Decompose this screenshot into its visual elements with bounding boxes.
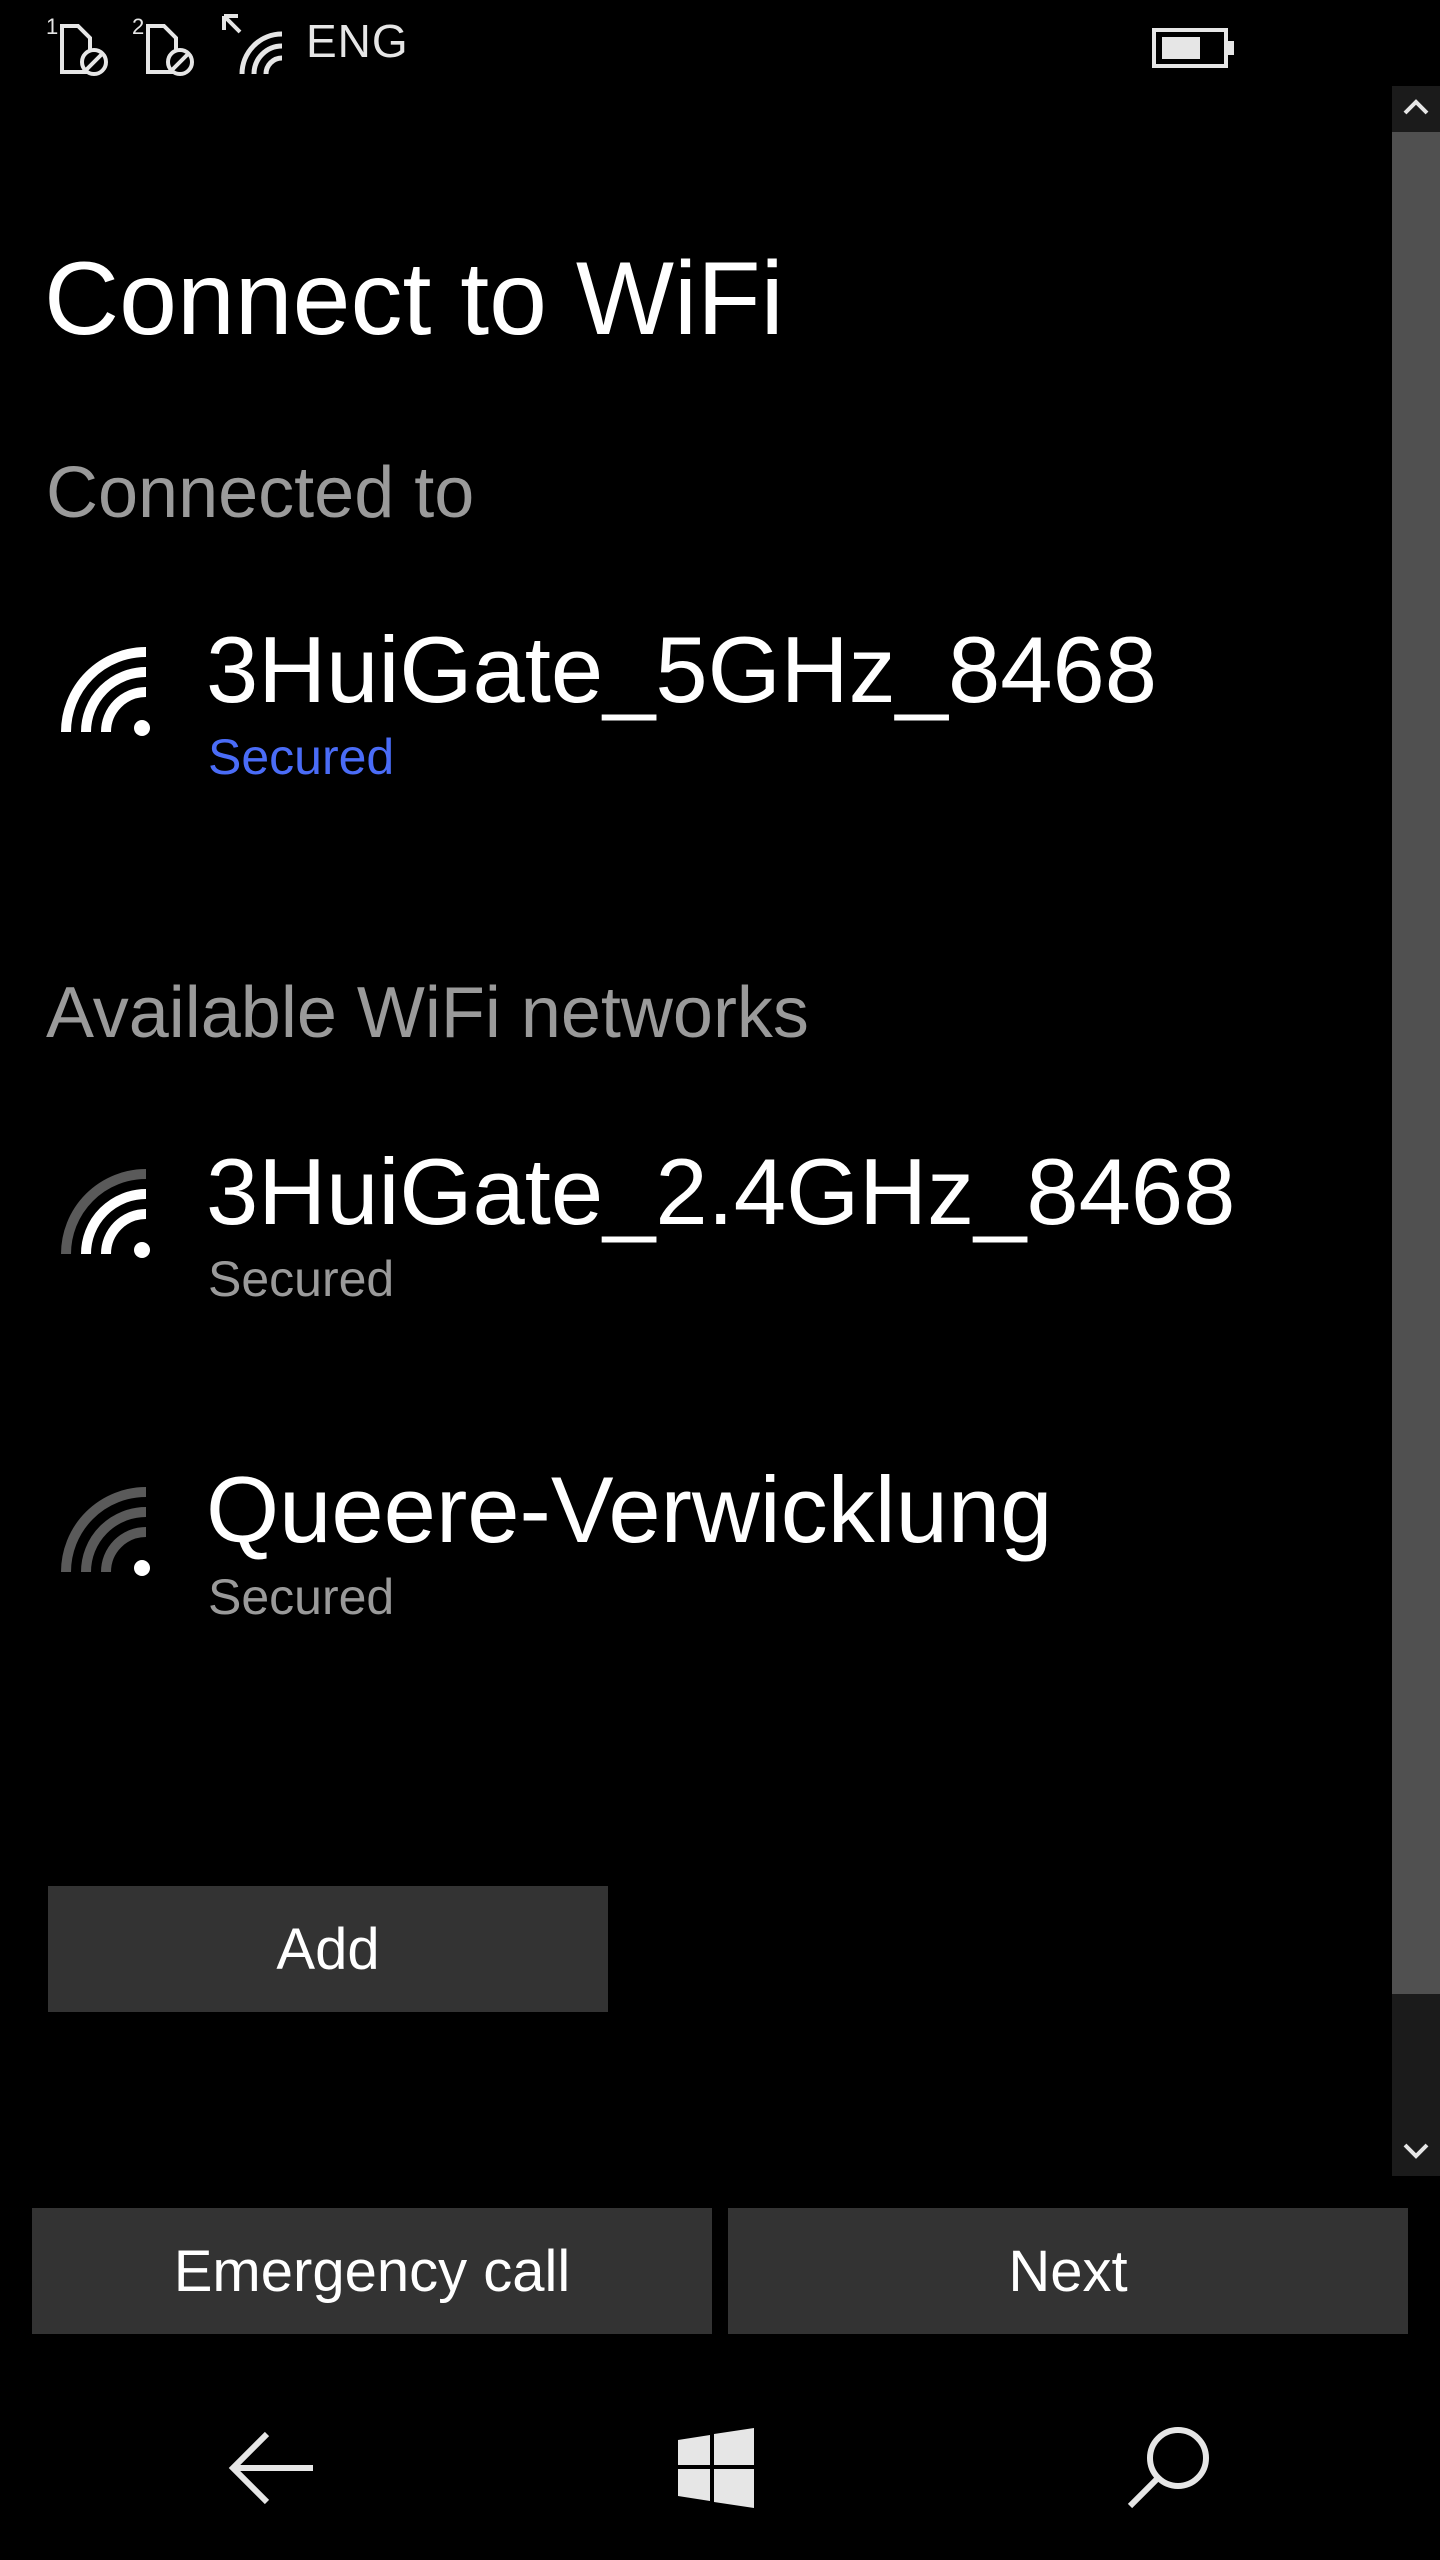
- wifi-strong-icon: [60, 1168, 152, 1260]
- sim1-label: 1: [46, 14, 58, 39]
- network-name: 3HuiGate_2.4GHz_8468: [206, 1139, 1236, 1244]
- network-name: 3HuiGate_5GHz_8468: [206, 617, 1158, 722]
- windows-logo-icon: [676, 2428, 756, 2512]
- wifi-signal-icon: [220, 12, 296, 80]
- search-button[interactable]: [1108, 2410, 1228, 2530]
- wifi-weak-icon: [60, 1486, 152, 1578]
- chevron-up-icon: [1402, 98, 1430, 120]
- wifi-setup-screen: 1 2 ENG Connect to WiFi Connected to 3Hu…: [0, 0, 1440, 2560]
- sim1-no-service-icon: 1: [44, 12, 114, 80]
- scroll-up-button[interactable]: [1392, 86, 1440, 132]
- status-bar: 1 2 ENG: [0, 0, 1440, 90]
- available-network-item[interactable]: 3HuiGate_2.4GHz_8468 Secured: [0, 1139, 1380, 1368]
- add-network-button[interactable]: Add: [48, 1886, 608, 2012]
- language-indicator: ENG: [306, 15, 409, 67]
- network-status: Secured: [208, 1569, 395, 1625]
- back-button[interactable]: [212, 2410, 332, 2530]
- network-name: Queere-Verwicklung: [206, 1457, 1053, 1562]
- network-status: Secured: [208, 729, 395, 785]
- next-button[interactable]: Next: [728, 2208, 1408, 2334]
- navigation-bar: [0, 2380, 1440, 2560]
- connected-network-item[interactable]: 3HuiGate_5GHz_8468 Secured: [0, 617, 1380, 846]
- scroll-thumb[interactable]: [1392, 132, 1440, 1994]
- scrollbar[interactable]: [1392, 86, 1440, 2176]
- available-network-item[interactable]: Queere-Verwicklung Secured: [0, 1457, 1380, 1686]
- search-icon: [1124, 2424, 1212, 2516]
- sim2-no-service-icon: 2: [130, 12, 200, 80]
- start-button[interactable]: [656, 2410, 776, 2530]
- connected-header: Connected to: [46, 453, 475, 533]
- emergency-call-button[interactable]: Emergency call: [32, 2208, 712, 2334]
- page-title: Connect to WiFi: [44, 241, 784, 357]
- available-header: Available WiFi networks: [46, 973, 809, 1053]
- scroll-down-button[interactable]: [1392, 2130, 1440, 2176]
- network-status: Secured: [208, 1251, 395, 1307]
- wifi-full-icon: [60, 646, 152, 738]
- battery-icon: [1152, 28, 1236, 68]
- back-arrow-icon: [227, 2428, 317, 2512]
- chevron-down-icon: [1402, 2142, 1430, 2164]
- sim2-label: 2: [132, 14, 144, 39]
